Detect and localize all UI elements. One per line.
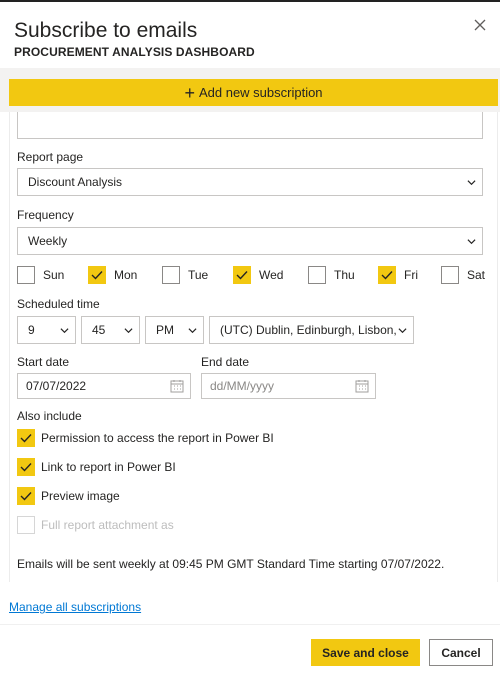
chevron-down-icon xyxy=(188,328,197,334)
checkbox-empty[interactable] xyxy=(162,266,180,284)
checkmark-icon[interactable] xyxy=(233,266,251,284)
include-option-label: Preview image xyxy=(41,489,120,503)
dialog-footer xyxy=(0,624,500,679)
day-checkbox-sat[interactable]: Sat xyxy=(441,266,485,284)
day-label: Mon xyxy=(114,268,138,282)
end-date-placeholder: dd/MM/yyyy xyxy=(210,379,275,393)
include-option-0[interactable]: Permission to access the report in Power… xyxy=(17,429,274,447)
add-subscription-label: Add new subscription xyxy=(198,85,323,100)
ampm-value: PM xyxy=(156,323,174,337)
checkmark-icon[interactable] xyxy=(17,429,35,447)
cancel-button[interactable]: Cancel xyxy=(429,639,493,666)
calendar-icon[interactable] xyxy=(355,379,369,393)
chevron-down-icon xyxy=(467,180,476,186)
day-checkbox-thu[interactable]: Thu xyxy=(308,266,355,284)
checkbox-empty xyxy=(17,516,35,534)
plus-icon: + xyxy=(184,82,195,103)
day-checkbox-fri[interactable]: Fri xyxy=(378,266,418,284)
include-option-label: Link to report in Power BI xyxy=(41,460,176,474)
checkmark-icon[interactable] xyxy=(88,266,106,284)
close-icon[interactable] xyxy=(472,17,488,33)
checkmark-icon[interactable] xyxy=(378,266,396,284)
report-page-label: Report page xyxy=(17,150,84,164)
include-option-label: Permission to access the report in Power… xyxy=(41,431,274,445)
dialog-title: Subscribe to emails xyxy=(14,19,198,42)
include-option-1[interactable]: Link to report in Power BI xyxy=(17,458,176,476)
include-option-3: Full report attachment as xyxy=(17,516,174,534)
day-label: Wed xyxy=(259,268,284,282)
day-label: Fri xyxy=(404,268,418,282)
frequency-label: Frequency xyxy=(17,208,74,222)
save-and-close-button[interactable]: Save and close xyxy=(311,639,420,666)
scheduled-time-label: Scheduled time xyxy=(17,297,100,311)
checkbox-empty[interactable] xyxy=(441,266,459,284)
start-date-value: 07/07/2022 xyxy=(26,379,87,393)
manage-subscriptions-link[interactable]: Manage all subscriptions xyxy=(9,600,141,614)
subject-field[interactable] xyxy=(17,112,483,139)
timezone-select[interactable]: (UTC) Dublin, Edinburgh, Lisbon, L xyxy=(209,316,414,344)
day-label: Thu xyxy=(334,268,355,282)
schedule-summary: Emails will be sent weekly at 09:45 PM G… xyxy=(17,557,445,571)
ampm-select[interactable]: PM xyxy=(145,316,204,344)
frequency-value: Weekly xyxy=(28,234,68,248)
start-date-label: Start date xyxy=(17,355,70,369)
day-checkbox-sun[interactable]: Sun xyxy=(17,266,64,284)
minute-value: 45 xyxy=(92,323,106,337)
calendar-icon[interactable] xyxy=(170,379,184,393)
chevron-down-icon xyxy=(124,328,133,334)
day-checkbox-mon[interactable]: Mon xyxy=(88,266,137,284)
chevron-down-icon xyxy=(467,239,476,245)
day-label: Sun xyxy=(43,268,65,282)
report-page-value: Discount Analysis xyxy=(28,175,123,189)
report-page-select[interactable]: Discount Analysis xyxy=(17,168,483,196)
include-option-2[interactable]: Preview image xyxy=(17,487,120,505)
include-option-label: Full report attachment as xyxy=(41,518,174,532)
hour-select[interactable]: 9 xyxy=(17,316,76,344)
checkmark-icon[interactable] xyxy=(17,458,35,476)
timezone-value: (UTC) Dublin, Edinburgh, Lisbon, L xyxy=(220,323,400,337)
checkmark-icon[interactable] xyxy=(17,487,35,505)
start-date-input[interactable]: 07/07/2022 xyxy=(17,373,191,399)
add-subscription-button[interactable]: + Add new subscription xyxy=(9,79,498,106)
end-date-input[interactable]: dd/MM/yyyy xyxy=(201,373,376,399)
day-label: Sat xyxy=(467,268,486,282)
day-checkbox-tue[interactable]: Tue xyxy=(162,266,208,284)
dialog-subtitle: PROCUREMENT ANALYSIS DASHBOARD xyxy=(14,45,255,59)
hour-value: 9 xyxy=(28,323,35,337)
end-date-label: End date xyxy=(201,355,250,369)
minute-select[interactable]: 45 xyxy=(81,316,140,344)
checkbox-empty[interactable] xyxy=(308,266,326,284)
day-checkbox-wed[interactable]: Wed xyxy=(233,266,283,284)
day-label: Tue xyxy=(188,268,209,282)
frequency-select[interactable]: Weekly xyxy=(17,227,483,255)
chevron-down-icon xyxy=(398,328,407,334)
checkbox-empty[interactable] xyxy=(17,266,35,284)
chevron-down-icon xyxy=(60,328,69,334)
also-include-label: Also include xyxy=(17,409,82,423)
dialog-header: Subscribe to emails PROCUREMENT ANALYSIS… xyxy=(0,2,500,68)
